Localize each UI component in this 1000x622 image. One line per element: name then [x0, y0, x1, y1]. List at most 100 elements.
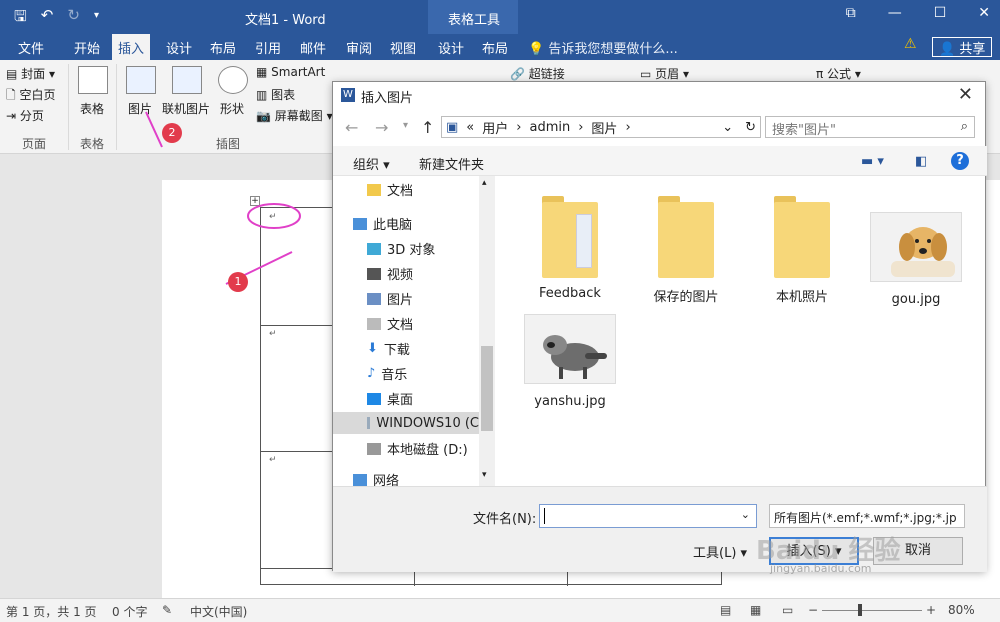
scroll-up-icon[interactable]: ▴	[482, 178, 487, 188]
document-icon	[367, 317, 381, 330]
back-icon[interactable]: ←	[345, 118, 358, 137]
refresh-icon[interactable]: ↻	[745, 120, 760, 135]
folder-icon	[540, 192, 600, 278]
download-icon: ⬇	[367, 341, 378, 356]
breadcrumb-users[interactable]: 用户	[482, 118, 508, 137]
breadcrumb-admin[interactable]: admin	[529, 120, 570, 135]
filename-input[interactable]: ⌄	[539, 504, 757, 528]
network-icon	[353, 473, 367, 486]
computer-icon	[353, 217, 367, 230]
nav-3d-objects[interactable]: 3D 对象	[367, 239, 435, 258]
nav-documents-quick[interactable]: 文档	[367, 180, 413, 199]
organize-button[interactable]: 组织 ▾	[353, 154, 390, 173]
view-options-icon[interactable]: ▬ ▾	[861, 154, 884, 169]
annotation-badge-1: 1	[228, 272, 248, 292]
insert-picture-dialog: W 插入图片 ✕ ← → ▾ ↑ ▣ « 用户 › admin › 图片 › ⌄ ↻ …	[332, 81, 987, 572]
nav-label: 音乐	[381, 368, 408, 383]
print-layout-icon[interactable]: ▦	[750, 603, 761, 617]
nav-documents[interactable]: 文档	[367, 314, 413, 333]
preview-pane-icon[interactable]: ◧	[915, 154, 927, 169]
breadcrumb-sep: ›	[578, 119, 584, 135]
search-icon: ⌕	[960, 119, 968, 134]
desktop-icon	[367, 392, 381, 405]
filetype-select[interactable]: 所有图片(*.emf;*.wmf;*.jpg;*.jp	[769, 504, 965, 528]
breadcrumb-pictures[interactable]: 图片	[591, 118, 617, 137]
tools-label: 工具(L)	[693, 546, 737, 561]
raccoon-illustration	[543, 335, 607, 379]
image-icon	[367, 292, 381, 305]
file-item-feedback[interactable]: Feedback	[515, 192, 625, 301]
zoom-slider[interactable]	[822, 610, 922, 611]
nav-videos[interactable]: 视频	[367, 264, 413, 283]
music-icon: ♪	[367, 366, 376, 381]
search-input[interactable]: 搜索"图片" ⌕	[765, 116, 975, 138]
highlight-ellipse	[247, 203, 301, 229]
dog-illustration	[891, 227, 955, 277]
word-count[interactable]: 0 个字	[112, 603, 147, 620]
help-icon[interactable]: ?	[951, 152, 969, 170]
nav-desktop[interactable]: 桌面	[367, 389, 413, 408]
page-count[interactable]: 第 1 页，共 1 页	[6, 603, 97, 620]
raccoon-image-thumbnail	[524, 314, 616, 384]
folder-icon	[772, 192, 832, 278]
web-layout-icon[interactable]: ▭	[782, 603, 793, 617]
text-caret	[544, 508, 545, 524]
organize-label: 组织	[353, 158, 380, 173]
recent-locations-icon[interactable]: ▾	[403, 120, 408, 131]
nav-pictures[interactable]: 图片	[367, 289, 413, 308]
breadcrumb-sep: ›	[516, 119, 522, 135]
language-indicator[interactable]: 中文(中国)	[190, 603, 247, 620]
new-folder-button[interactable]: 新建文件夹	[419, 154, 484, 173]
nav-label: 图片	[387, 293, 414, 308]
nav-drive-d[interactable]: 本地磁盘 (D:)	[367, 439, 468, 458]
filename-dropdown-icon[interactable]: ⌄	[741, 508, 750, 521]
forward-icon[interactable]: →	[375, 118, 388, 137]
nav-drive-c[interactable]: WINDOWS10 (C	[333, 412, 479, 434]
film-icon	[367, 267, 381, 280]
nav-label: 本地磁盘 (D:)	[387, 443, 468, 458]
file-item-yanshu[interactable]: yanshu.jpg	[515, 314, 625, 409]
zoom-slider-thumb[interactable]	[858, 604, 862, 616]
file-item-saved-pictures[interactable]: 保存的图片	[631, 192, 741, 305]
nav-label: 网络	[373, 474, 400, 486]
nav-downloads[interactable]: ⬇ 下载	[367, 339, 410, 358]
file-name: 保存的图片	[653, 290, 719, 305]
dialog-close-icon[interactable]: ✕	[958, 84, 973, 105]
zoom-level[interactable]: 80%	[948, 603, 975, 617]
read-mode-icon[interactable]: ▤	[720, 603, 731, 617]
nav-scrollbar[interactable]: ▴ ▾	[479, 176, 495, 486]
nav-label: 下载	[383, 343, 410, 358]
zoom-out-icon[interactable]: −	[808, 603, 818, 617]
proofing-icon[interactable]: ✎	[162, 603, 172, 617]
address-dropdown-icon[interactable]: ⌄	[722, 120, 737, 135]
breadcrumb-sep: ›	[625, 119, 631, 135]
breadcrumb-overflow: «	[466, 119, 475, 135]
file-item-camera-roll[interactable]: 本机照片	[747, 192, 857, 305]
address-bar[interactable]: ▣ « 用户 › admin › 图片 › ⌄ ↻	[441, 116, 761, 138]
nav-label: 文档	[387, 184, 414, 199]
drive-icon	[367, 417, 371, 429]
nav-music[interactable]: ♪ 音乐	[367, 364, 407, 383]
zoom-in-icon[interactable]: +	[926, 603, 936, 617]
folder-icon	[656, 192, 716, 278]
file-item-gou[interactable]: gou.jpg	[861, 212, 971, 307]
scroll-thumb[interactable]	[481, 346, 493, 431]
folder-icon	[367, 183, 381, 196]
file-name: gou.jpg	[891, 292, 941, 307]
nav-label: 视频	[387, 268, 414, 283]
filename-label: 文件名(N):	[473, 512, 537, 527]
navigation-pane: 文档 此电脑 3D 对象 视频 图片 文档 ⬇ 下载 ♪ 音乐 桌面 WINDOWS…	[333, 176, 495, 486]
dog-image-thumbnail	[870, 212, 962, 282]
file-name: yanshu.jpg	[534, 394, 606, 409]
file-name: 本机照片	[775, 290, 828, 305]
scroll-down-icon[interactable]: ▾	[482, 470, 487, 480]
nav-network[interactable]: 网络	[353, 470, 399, 486]
nav-label: 文档	[387, 318, 414, 333]
nav-label: WINDOWS10 (C	[376, 415, 479, 431]
up-icon[interactable]: ↑	[421, 118, 434, 137]
nav-this-pc[interactable]: 此电脑	[353, 214, 412, 233]
nav-label: 此电脑	[373, 218, 413, 233]
tools-button[interactable]: 工具(L) ▾	[693, 542, 747, 561]
cube-icon	[367, 242, 381, 255]
arrow-line-2	[145, 111, 163, 148]
